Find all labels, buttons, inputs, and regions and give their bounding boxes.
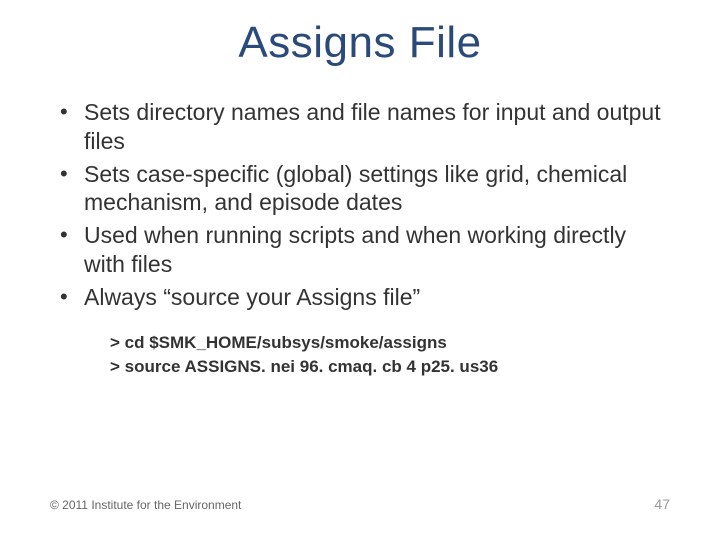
slide-body: Sets directory names and file names for … xyxy=(0,78,720,379)
slide: Assigns File Sets directory names and fi… xyxy=(0,0,720,540)
copyright-text: © 2011 Institute for the Environment xyxy=(50,498,241,512)
bullet-list: Sets directory names and file names for … xyxy=(50,98,670,311)
command-line: > cd $SMK_HOME/subsys/smoke/assigns xyxy=(110,331,670,355)
bullet-item: Used when running scripts and when worki… xyxy=(50,221,670,279)
slide-title: Assigns File xyxy=(0,0,720,78)
command-block: > cd $SMK_HOME/subsys/smoke/assigns > so… xyxy=(50,315,670,379)
command-line: > source ASSIGNS. nei 96. cmaq. cb 4 p25… xyxy=(110,355,670,379)
bullet-item: Always “source your Assigns file” xyxy=(50,283,670,312)
bullet-item: Sets directory names and file names for … xyxy=(50,98,670,156)
slide-footer: © 2011 Institute for the Environment 47 xyxy=(50,496,670,512)
bullet-item: Sets case-specific (global) settings lik… xyxy=(50,160,670,218)
page-number: 47 xyxy=(654,496,670,512)
